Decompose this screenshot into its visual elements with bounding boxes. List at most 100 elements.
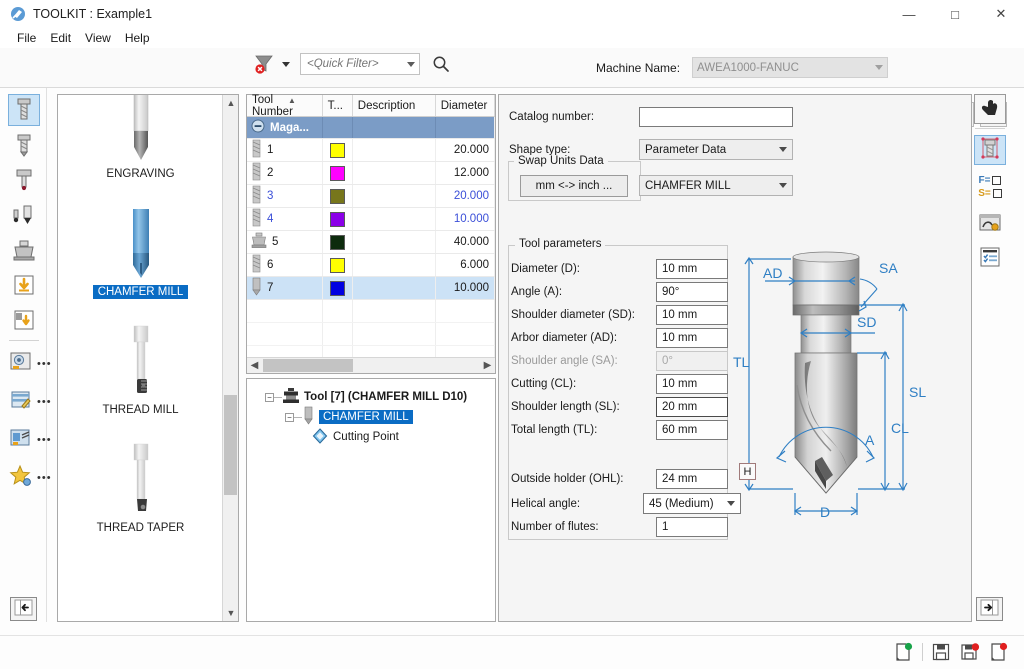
close-button[interactable]: ✕ — [978, 0, 1024, 28]
sidebar-item-tool-holder[interactable] — [8, 234, 40, 266]
tool-assign-more[interactable]: ••• — [37, 434, 52, 446]
quick-filter-input[interactable] — [305, 57, 407, 71]
tree-node-root[interactable]: − Tool [7] (CHAMFER MILL D10) — [253, 387, 489, 407]
tool-color-swatch[interactable] — [329, 280, 345, 296]
param-field-total-length[interactable]: 60 mm — [656, 420, 728, 440]
sidebar-item-tool-milling[interactable] — [8, 94, 40, 126]
table-row[interactable]: 2 12.000 — [247, 162, 495, 185]
chevron-down-icon[interactable]: ▼ — [223, 605, 238, 621]
collapse-left-panel-button[interactable] — [10, 597, 37, 621]
tree-node-leaf[interactable]: Cutting Point — [253, 427, 489, 447]
tool-color-swatch[interactable] — [329, 165, 345, 181]
hscroll-thumb[interactable] — [263, 359, 353, 372]
sidebar-item-tool-import[interactable] — [8, 269, 40, 301]
tool-table-edit-more[interactable]: ••• — [37, 396, 52, 408]
speed-label: S= — [978, 188, 991, 199]
save-as-icon[interactable] — [959, 641, 981, 663]
tool-favorites-more[interactable]: ••• — [37, 472, 52, 484]
chevron-right-icon[interactable]: ▶ — [480, 360, 495, 371]
param-field-cutting-length[interactable]: 10 mm — [656, 374, 728, 394]
column-header-type[interactable]: T... — [323, 95, 353, 116]
tool-color-swatch[interactable] — [329, 211, 345, 227]
tree-label-root: Tool [7] (CHAMFER MILL D10) — [304, 391, 468, 403]
minimize-button[interactable]: — — [886, 0, 932, 28]
filter-clear-icon[interactable] — [252, 52, 276, 76]
search-icon[interactable] — [428, 52, 454, 76]
sidebar-item-tool-table-edit[interactable]: ••• — [8, 384, 51, 419]
table-row[interactable]: 6 6.000 — [247, 254, 495, 277]
new-document-icon[interactable] — [893, 641, 915, 663]
catalog-number-field[interactable] — [639, 107, 793, 127]
sidebar-item-pointer-hand[interactable] — [974, 94, 1006, 124]
tree-node-child[interactable]: − CHAMFER MILL — [253, 406, 489, 427]
filter-dropdown-caret[interactable] — [282, 61, 290, 67]
param-field-angle[interactable]: 90° — [656, 282, 728, 302]
dim-label-tl: TL — [733, 354, 750, 370]
machine-name-select[interactable]: AWEA1000-FANUC — [692, 57, 889, 78]
menu-item-file[interactable]: File — [10, 29, 43, 47]
param-field-shoulder-diameter[interactable]: 10 mm — [656, 305, 728, 325]
tool-shape-gallery[interactable]: ENGRAVING CHAMFER MILL THREAD MILL THREA… — [57, 94, 239, 622]
sidebar-item-tool-drilling[interactable] — [8, 129, 40, 161]
tree-expander-root[interactable]: − — [265, 392, 274, 402]
gallery-item-engraving[interactable]: ENGRAVING — [58, 95, 223, 195]
number-of-flutes-field[interactable]: 1 — [656, 517, 728, 537]
param-field-shoulder-length[interactable]: 20 mm — [656, 397, 728, 417]
sidebar-item-feed-speed[interactable]: F= S= — [974, 169, 1006, 205]
close-document-icon[interactable] — [988, 641, 1010, 663]
gallery-scrollbar[interactable]: ▲ ▼ — [222, 95, 238, 621]
collapse-circle-icon[interactable] — [251, 119, 265, 136]
outside-holder-field[interactable]: 24 mm — [656, 469, 728, 489]
column-header-description[interactable]: Description — [353, 95, 436, 116]
param-field-diameter[interactable]: 10 mm — [656, 259, 728, 279]
gallery-scroll-thumb[interactable] — [224, 395, 237, 495]
quick-filter-chevron-down-icon[interactable] — [407, 61, 415, 67]
table-row[interactable]: 1 20.000 — [247, 139, 495, 162]
save-icon[interactable] — [930, 641, 952, 663]
sidebar-item-tool-favorites[interactable]: ••• — [8, 460, 51, 495]
tool-color-swatch[interactable] — [329, 142, 345, 158]
sidebar-item-tool-checklist[interactable] — [974, 243, 1006, 273]
sidebar-item-tool-import-from[interactable] — [8, 304, 40, 336]
tool-color-swatch[interactable] — [329, 257, 345, 273]
expand-right-panel-button[interactable] — [976, 597, 1003, 621]
param-field-arbor-diameter[interactable]: 10 mm — [656, 328, 728, 348]
menu-item-edit[interactable]: Edit — [43, 29, 78, 47]
sidebar-item-tool-pair[interactable] — [8, 199, 40, 231]
sidebar-item-tool-geometry[interactable] — [974, 135, 1006, 165]
gallery-item-thread-taper[interactable]: THREAD TAPER — [58, 431, 223, 549]
maximize-button[interactable]: □ — [932, 0, 978, 28]
tool-color-swatch[interactable] — [329, 188, 345, 204]
sidebar-item-tool-boring[interactable] — [8, 164, 40, 196]
shape-type-select[interactable]: Parameter Data — [639, 139, 793, 160]
chevron-left-icon[interactable]: ◀ — [247, 360, 262, 371]
table-row[interactable]: 5 40.000 — [247, 231, 495, 254]
table-row[interactable]: 4 10.000 — [247, 208, 495, 231]
gallery-item-chamfer-mill[interactable]: CHAMFER MILL — [58, 195, 223, 313]
gallery-item-thread-mill[interactable]: THREAD MILL — [58, 313, 223, 431]
chevron-up-icon[interactable]: ▲ — [223, 95, 238, 111]
tool-list-horizontal-scrollbar[interactable]: ◀ ▶ — [247, 357, 495, 373]
column-header-tool-number[interactable]: Tool Number ▲ — [247, 94, 323, 118]
h-dimension-badge[interactable]: H — [739, 463, 756, 480]
menu-item-help[interactable]: Help — [118, 29, 157, 47]
table-row[interactable]: 7 10.000 — [247, 277, 495, 300]
magazine-group-label: Maga... — [270, 121, 309, 134]
sidebar-item-tool-library[interactable]: ••• — [8, 346, 51, 381]
swap-units-button[interactable]: mm <-> inch ... — [520, 175, 628, 197]
sidebar-item-tool-assign[interactable]: ••• — [8, 422, 51, 457]
holder-icon — [251, 232, 267, 252]
sidebar-item-tool-database[interactable] — [974, 209, 1006, 239]
dim-label-sd: SD — [857, 314, 876, 330]
tool-library-more[interactable]: ••• — [37, 358, 52, 370]
tool-color-swatch[interactable] — [329, 234, 345, 250]
menu-item-view[interactable]: View — [78, 29, 118, 47]
tool-type-select[interactable]: CHAMFER MILL — [639, 175, 793, 196]
tree-expander-child[interactable]: − — [285, 412, 294, 422]
dim-label-sa: SA — [879, 260, 898, 276]
table-row[interactable]: 3 20.000 — [247, 185, 495, 208]
param-label-shoulder-length: Shoulder length (SL): — [511, 401, 620, 413]
quick-filter-input-box[interactable] — [300, 53, 420, 75]
magazine-group-row[interactable]: Maga... — [247, 117, 495, 139]
column-header-diameter[interactable]: Diameter — [436, 95, 495, 116]
